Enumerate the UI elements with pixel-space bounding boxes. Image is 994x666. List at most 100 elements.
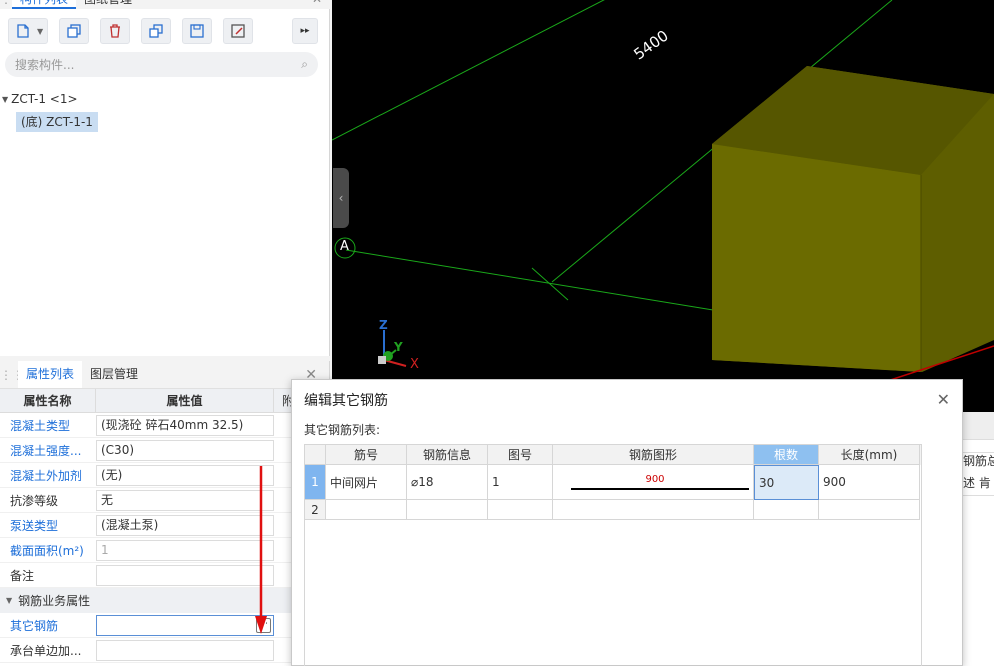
- caret-down-icon[interactable]: ▼: [6, 596, 12, 605]
- column-header[interactable]: 钢筋信息: [407, 445, 488, 465]
- save-template-button[interactable]: [182, 18, 212, 44]
- row-number[interactable]: 1: [305, 465, 326, 500]
- column-header[interactable]: 长度(mm): [819, 445, 920, 465]
- more-button[interactable]: ▸▸: [292, 18, 318, 44]
- drag-grip-icon[interactable]: ⋮⋮: [0, 368, 24, 382]
- column-header[interactable]: 图号: [488, 445, 553, 465]
- tab-drawing-management[interactable]: 图纸管理: [76, 0, 140, 9]
- property-name: 抗渗等级: [10, 493, 59, 508]
- property-name: 备注: [10, 568, 35, 583]
- property-panel: ⋮⋮ 属性列表 图层管理 ✕ 属性名称 属性值 附 混凝土类型 (现浇砼 碎石4…: [0, 361, 330, 666]
- tab-layer-management[interactable]: 图层管理: [82, 361, 146, 388]
- property-name: 承台单边加...: [10, 643, 82, 658]
- property-value[interactable]: 无: [96, 489, 274, 511]
- double-arrow-right-icon: ▸▸: [300, 26, 310, 36]
- search-placeholder: 搜索构件...: [15, 58, 75, 72]
- bar-shape-cell[interactable]: [553, 500, 754, 520]
- component-toolbar: ▼ ▸▸: [8, 18, 318, 44]
- property-name[interactable]: 混凝土外加剂: [0, 467, 96, 484]
- delete-button[interactable]: [100, 18, 130, 44]
- length-cell[interactable]: 900: [819, 465, 920, 500]
- column-header[interactable]: 钢筋图形: [553, 445, 754, 465]
- bar-shape-cell[interactable]: 900: [553, 465, 754, 500]
- other-rebar-field[interactable]: ⋯: [96, 614, 274, 636]
- chevron-down-icon[interactable]: ▼: [37, 27, 43, 36]
- fragment-text: 述 肯: [963, 476, 991, 490]
- rebar-summary-fragment: 钢筋总 述 肯: [962, 412, 994, 666]
- property-name[interactable]: 混凝土强度...: [0, 442, 96, 459]
- length-cell[interactable]: [819, 500, 920, 520]
- property-row: 混凝土强度... (C30): [0, 438, 330, 463]
- grid-header: 筋号 钢筋信息 图号 钢筋图形 根数 长度(mm): [305, 445, 921, 465]
- close-icon[interactable]: ✕: [937, 390, 950, 409]
- property-value[interactable]: [96, 564, 274, 586]
- property-value[interactable]: (混凝土泵): [96, 514, 274, 536]
- property-table-header: 属性名称 属性值 附: [0, 389, 330, 413]
- dialog-title: 编辑其它钢筋: [304, 393, 388, 409]
- tab-property-list[interactable]: 属性列表: [18, 361, 83, 388]
- property-group-header[interactable]: ▼ 钢筋业务属性: [0, 588, 330, 613]
- property-value[interactable]: (现浇砼 碎石40mm 32.5): [96, 414, 274, 436]
- shape-line: [571, 488, 749, 490]
- save-icon: [190, 24, 204, 38]
- figure-number-cell[interactable]: [488, 500, 553, 520]
- bar-shape-drawing: 900: [557, 465, 753, 499]
- count-cell[interactable]: 30: [754, 465, 819, 500]
- property-row: 承台单边加...: [0, 638, 330, 663]
- search-input[interactable]: 搜索构件... ⌕: [5, 52, 318, 77]
- property-name[interactable]: 混凝土类型: [0, 417, 96, 434]
- new-file-icon: [17, 24, 29, 38]
- count-cell[interactable]: [754, 500, 819, 520]
- property-value[interactable]: [96, 639, 274, 661]
- figure-number-cell[interactable]: 1: [488, 465, 553, 500]
- chevron-left-icon: ‹: [338, 191, 344, 205]
- rebar-grid: 筋号 钢筋信息 图号 钢筋图形 根数 长度(mm) 1 中间网片 ⌀18 1 9…: [304, 444, 922, 666]
- shape-length-label: 900: [645, 474, 665, 485]
- 3d-viewport[interactable]: 5400 A Z Y X: [332, 0, 994, 412]
- property-row: 备注: [0, 563, 330, 588]
- property-name[interactable]: 其它钢筋: [0, 617, 96, 634]
- header-value: 属性值: [96, 389, 274, 412]
- bar-name-cell[interactable]: 中间网片: [326, 465, 407, 500]
- tab-component-list[interactable]: 构件列表: [12, 0, 77, 9]
- property-row: 泵送类型 (混凝土泵): [0, 513, 330, 538]
- bar-info-cell[interactable]: ⌀18: [407, 465, 488, 500]
- property-row: 其它钢筋 ⋯: [0, 613, 330, 638]
- drag-grip-icon[interactable]: ⋮: [0, 0, 12, 9]
- tree-root-label: ZCT-1 <1>: [11, 92, 78, 106]
- fragment-header: [963, 412, 994, 440]
- property-row: 混凝土外加剂 (无): [0, 463, 330, 488]
- property-name[interactable]: 截面面积(m²): [0, 542, 96, 559]
- copy-button[interactable]: [59, 18, 89, 44]
- close-icon[interactable]: ✕: [312, 0, 322, 9]
- header-name: 属性名称: [0, 389, 96, 412]
- bar-name-cell[interactable]: [326, 500, 407, 520]
- bar-info-cell[interactable]: [407, 500, 488, 520]
- viewport-drawing: [332, 0, 994, 387]
- property-name[interactable]: 泵送类型: [0, 517, 96, 534]
- component-list-panel: ⋮ 构件列表 图纸管理 ✕ ▼ ▸▸ 搜索构件... ⌕: [0, 0, 330, 356]
- collapse-panel-handle[interactable]: ‹: [333, 168, 349, 228]
- edit-template-button[interactable]: [223, 18, 253, 44]
- column-header[interactable]: 根数: [754, 445, 819, 465]
- property-row: 截面面积(m²) 1: [0, 538, 330, 563]
- edit-other-rebar-dialog: 编辑其它钢筋 ✕ 其它钢筋列表: 筋号 钢筋信息 图号 钢筋图形 根数 长度(m…: [291, 379, 963, 666]
- fragment-text: 钢筋总: [963, 454, 994, 468]
- tree-root-item[interactable]: ▼ ZCT-1 <1>: [2, 90, 98, 108]
- search-icon[interactable]: ⌕: [301, 57, 308, 72]
- property-value[interactable]: (C30): [96, 439, 274, 461]
- table-row: 1 中间网片 ⌀18 1 900 30 900: [305, 465, 921, 500]
- new-component-button[interactable]: ▼: [8, 18, 48, 44]
- table-row: 2: [305, 500, 921, 520]
- copy-icon: [67, 24, 81, 38]
- caret-down-icon[interactable]: ▼: [2, 95, 8, 104]
- group-label: 钢筋业务属性: [18, 594, 91, 608]
- row-number[interactable]: 2: [305, 500, 326, 520]
- row-number-header: [305, 445, 326, 465]
- column-header[interactable]: 筋号: [326, 445, 407, 465]
- layer-copy-button[interactable]: [141, 18, 171, 44]
- layer-copy-icon: [149, 24, 163, 38]
- property-value[interactable]: (无): [96, 464, 274, 486]
- property-tabs: ⋮⋮ 属性列表 图层管理 ✕: [0, 361, 329, 389]
- tree-child-item[interactable]: (底) ZCT-1-1: [16, 112, 98, 132]
